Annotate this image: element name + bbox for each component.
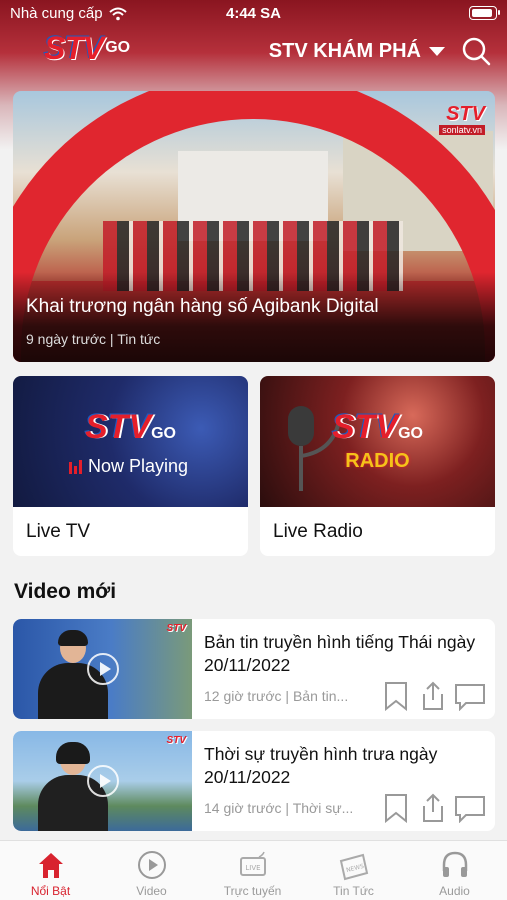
- live-radio-label: Live Radio: [273, 521, 363, 542]
- app-logo[interactable]: STV GO: [44, 28, 130, 68]
- video-list-item[interactable]: STV Bản tin truyền hình tiếng Thái ngày …: [13, 619, 495, 719]
- comment-icon[interactable]: [454, 681, 486, 711]
- news-icon: NEWS: [339, 853, 369, 881]
- search-icon[interactable]: [461, 36, 491, 66]
- channel-menu-dropdown[interactable]: STV KHÁM PHÁ: [269, 40, 445, 63]
- hero-watermark: STV: [446, 103, 485, 125]
- video-thumbnail[interactable]: STV: [13, 619, 192, 719]
- radio-label: RADIO: [345, 450, 410, 472]
- live-tv-thumbnail: STVGO Now Playing: [13, 376, 248, 507]
- tab-highlights[interactable]: Nổi Bật: [0, 841, 101, 900]
- bookmark-icon[interactable]: [383, 681, 409, 711]
- status-bar: Nhà cung cấp 4:44 SA: [0, 0, 507, 28]
- battery-icon: [469, 6, 500, 20]
- svg-text:LIVE: LIVE: [245, 864, 260, 872]
- battery-level: [472, 9, 492, 17]
- live-tv-card[interactable]: STVGO Now Playing Live TV: [13, 376, 248, 556]
- live-tv-icon: LIVE: [240, 851, 266, 876]
- tab-audio[interactable]: Audio: [404, 841, 505, 900]
- play-icon[interactable]: [87, 765, 119, 797]
- section-title-new-videos: Video mới: [14, 580, 117, 603]
- live-radio-logo: STVGO: [260, 408, 495, 447]
- live-radio-card[interactable]: STVGO RADIO Live Radio: [260, 376, 495, 556]
- logo-suffix: GO: [151, 425, 176, 442]
- tab-label: Audio: [439, 884, 470, 898]
- headphones-icon: [442, 851, 468, 877]
- now-playing-label: Now Playing: [69, 456, 188, 477]
- app-header: STV GO STV KHÁM PHÁ: [0, 28, 507, 80]
- play-circle-icon: [138, 851, 166, 879]
- play-icon[interactable]: [87, 653, 119, 685]
- share-icon[interactable]: [420, 793, 446, 823]
- bottom-tab-bar: Nổi Bật Video LIVE Trực tuyến NEWS Tin T…: [0, 840, 507, 900]
- logo-suffix: GO: [398, 425, 423, 442]
- logo-text: STV: [331, 408, 399, 446]
- tab-label: Video: [136, 884, 167, 898]
- logo-text: STV: [84, 408, 152, 446]
- channel-menu-label: STV KHÁM PHÁ: [268, 40, 421, 62]
- caret-down-icon: [429, 47, 445, 56]
- tab-live[interactable]: LIVE Trực tuyến: [202, 841, 303, 900]
- video-title[interactable]: Thời sự truyền hình trưa ngày 20/11/2022: [204, 743, 484, 789]
- comment-icon[interactable]: [454, 793, 486, 823]
- video-meta: 12 giờ trước | Bản tin...: [204, 688, 349, 704]
- clock: 4:44 SA: [225, 5, 282, 22]
- video-title[interactable]: Bản tin truyền hình tiếng Thái ngày 20/1…: [204, 631, 484, 677]
- tab-label: Tin Tức: [333, 884, 374, 898]
- hero-watermark-sub: sonlatv.vn: [439, 125, 485, 135]
- logo-text: STV: [44, 29, 104, 66]
- svg-text:NEWS: NEWS: [346, 863, 365, 874]
- thumbnail-logo: STV: [166, 623, 186, 634]
- video-list-item[interactable]: STV Thời sự truyền hình trưa ngày 20/11/…: [13, 731, 495, 831]
- live-tv-label: Live TV: [26, 521, 91, 542]
- now-playing-text: Now Playing: [88, 456, 189, 476]
- hero-meta: 9 ngày trước | Tin tức: [26, 331, 161, 347]
- tab-video[interactable]: Video: [101, 841, 202, 900]
- video-meta: 14 giờ trước | Thời sự...: [204, 800, 354, 816]
- tab-news[interactable]: NEWS Tin Tức: [303, 841, 404, 900]
- video-thumbnail[interactable]: STV: [13, 731, 192, 831]
- featured-news-card[interactable]: STV sonlatv.vn Khai trương ngân hàng số …: [13, 91, 495, 362]
- bookmark-icon[interactable]: [383, 793, 409, 823]
- tab-label: Trực tuyến: [223, 884, 282, 898]
- logo-suffix: GO: [105, 39, 131, 56]
- share-icon[interactable]: [420, 681, 446, 711]
- equalizer-icon: [69, 459, 82, 474]
- live-radio-thumbnail: STVGO RADIO: [260, 376, 495, 507]
- home-icon: [39, 853, 63, 878]
- live-tv-logo: STVGO: [13, 408, 248, 447]
- hero-title: Khai trương ngân hàng số Agibank Digital: [26, 296, 379, 317]
- tab-label: Nổi Bật: [30, 884, 71, 898]
- thumbnail-logo: STV: [166, 735, 186, 746]
